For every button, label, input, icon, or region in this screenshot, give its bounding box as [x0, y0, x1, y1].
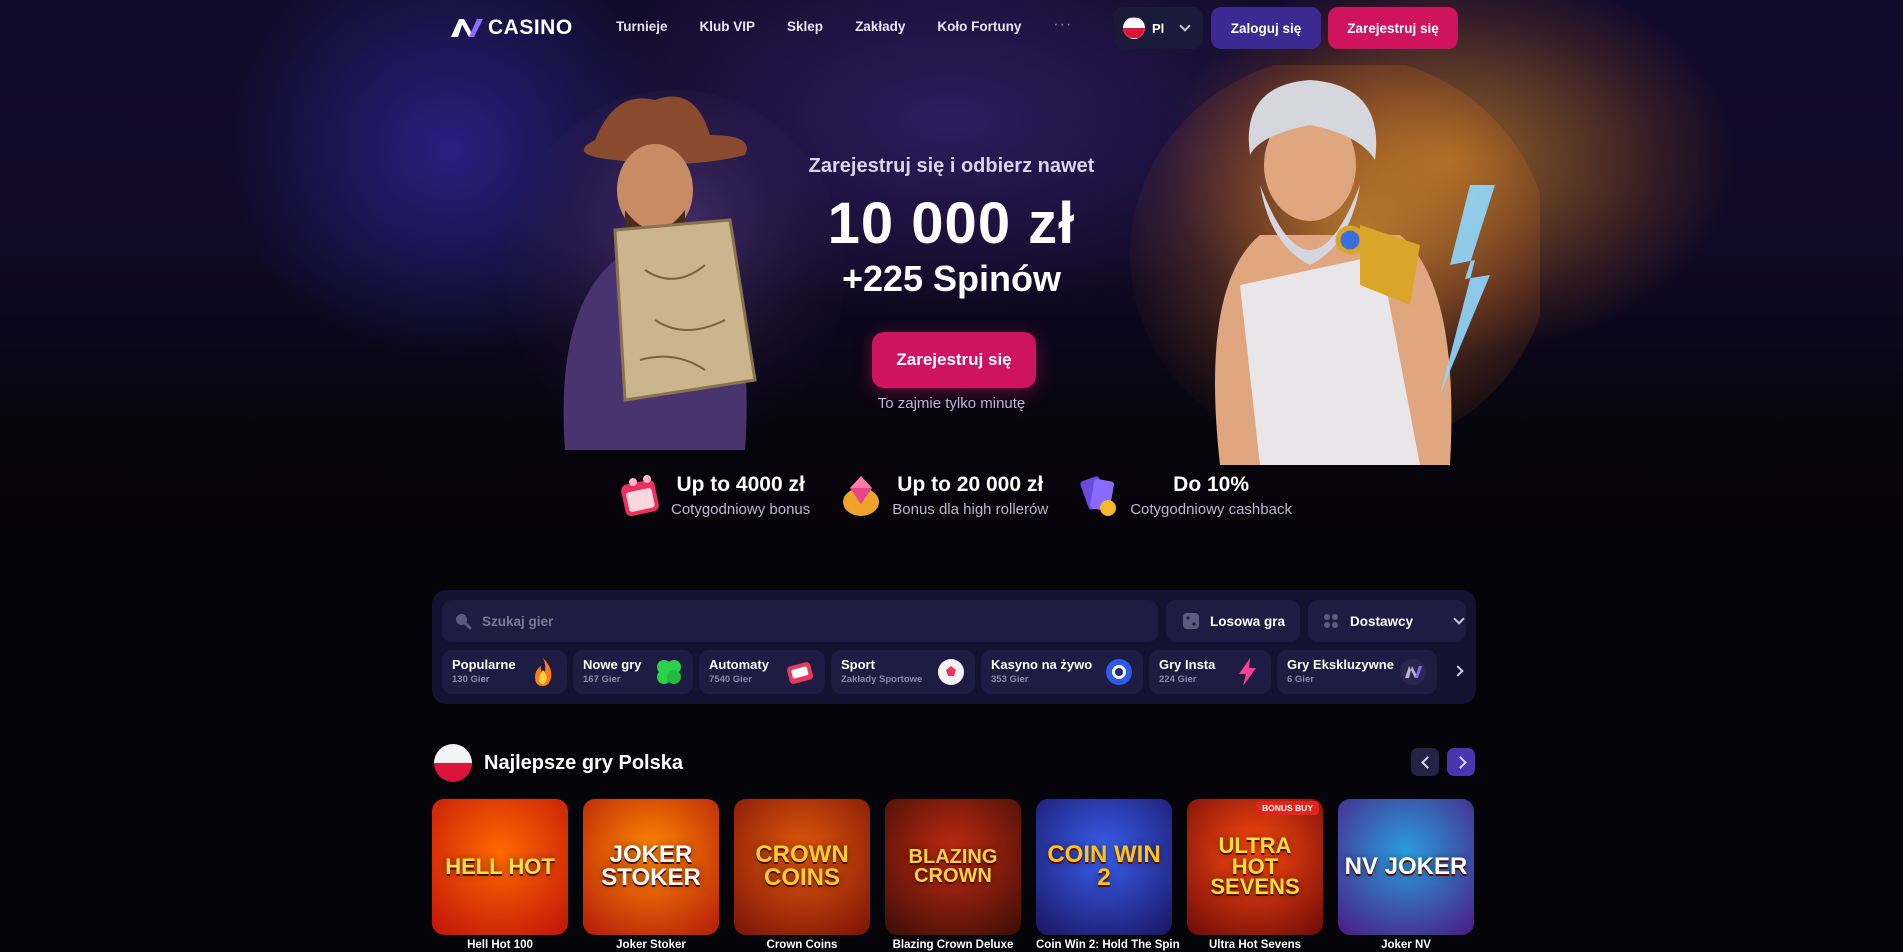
categories-next-arrow[interactable]	[1454, 665, 1466, 677]
game-card[interactable]: CROWN COINS Crown Coins	[734, 799, 870, 951]
logo[interactable]: CASINO	[450, 16, 573, 40]
providers-label: Dostawcy	[1350, 613, 1414, 629]
bonus-cashback[interactable]: Do 10% Cotygodniowy cashback	[1074, 470, 1292, 520]
calendar-gift-icon	[621, 475, 659, 517]
game-name[interactable]: Blazing Crown Deluxe	[885, 939, 1021, 951]
random-game-label: Losowa gra	[1210, 613, 1286, 629]
game-name[interactable]: Joker NV	[1338, 939, 1474, 951]
game-thumbnail[interactable]: CROWN COINS	[734, 799, 870, 935]
chevron-down-icon	[1453, 613, 1465, 625]
nv-logo-icon	[451, 19, 483, 37]
category-exclusive[interactable]: Gry Ekskluzywne 6 Gier	[1277, 650, 1437, 694]
game-thumbnail[interactable]: BLAZING CROWN	[885, 799, 1021, 935]
bonus-highroller[interactable]: Up to 20 000 zł Bonus dla high rollerów	[836, 470, 1048, 520]
chevron-down-icon	[1179, 20, 1191, 32]
hero-amount: 10 000 zł	[827, 191, 1076, 256]
bonus-cashback-sub: Cotygodniowy cashback	[1130, 500, 1292, 518]
games-row: HELL HOT Hell Hot 100 JOKER STOKER Joker…	[432, 799, 1474, 951]
language-selector[interactable]: Pl	[1113, 7, 1203, 49]
bonus-weekly-title: Up to 4000 zł	[676, 472, 805, 496]
game-thumb-title: CROWN COINS	[755, 841, 849, 891]
game-thumb-title: JOKER STOKER	[601, 841, 701, 891]
game-name[interactable]: Ultra Hot Sevens	[1187, 939, 1323, 951]
bonus-highroller-title: Up to 20 000 zł	[897, 472, 1044, 496]
game-card[interactable]: BONUS BUY ULTRA HOT SEVENS Ultra Hot Sev…	[1187, 799, 1323, 951]
search-input[interactable]	[482, 613, 1082, 629]
language-label: Pl	[1152, 20, 1165, 36]
bonus-highroller-sub: Bonus dla high rollerów	[892, 500, 1049, 518]
category-sport[interactable]: Sport Zakłady Sportowe	[831, 650, 975, 694]
game-thumb-title: HELL HOT	[445, 853, 555, 879]
register-button[interactable]: Zarejestruj się	[1328, 7, 1458, 49]
game-thumbnail[interactable]: JOKER STOKER	[583, 799, 719, 935]
nav-tournaments[interactable]: Turnieje	[616, 19, 668, 34]
login-button[interactable]: Zaloguj się	[1211, 7, 1321, 49]
game-search-panel: Losowa gra Dostawcy Popularne 130 Gier N…	[432, 590, 1476, 704]
game-name[interactable]: Crown Coins	[734, 939, 870, 951]
carousel-arrows	[1411, 748, 1475, 776]
nav-shop[interactable]: Sklep	[787, 19, 823, 34]
category-insta[interactable]: Gry Insta 224 Gier	[1149, 650, 1271, 694]
game-card[interactable]: HELL HOT Hell Hot 100	[432, 799, 568, 951]
section-title: Najlepsze gry Polska	[484, 751, 683, 774]
category-list: Popularne 130 Gier Nowe gry 167 Gier Aut…	[442, 650, 1437, 694]
fire-icon	[535, 658, 552, 686]
category-new[interactable]: Nowe gry 167 Gier	[573, 650, 693, 694]
category-slots[interactable]: Automaty 7540 Gier	[699, 650, 825, 694]
category-popular[interactable]: Popularne 130 Gier	[442, 650, 567, 694]
hero-spins: +225 Spinów	[841, 258, 1062, 299]
hero-subtitle: Zarejestruj się i odbierz nawet	[808, 155, 1095, 177]
poland-flag-icon	[1123, 17, 1145, 39]
football-icon	[938, 659, 964, 685]
carousel-prev-button[interactable]	[1411, 748, 1439, 776]
game-thumb-title: ULTRA HOT SEVENS	[1210, 832, 1300, 900]
providers-dropdown[interactable]: Dostawcy	[1308, 600, 1466, 642]
cashback-cards-icon	[1080, 476, 1117, 516]
search-icon	[456, 614, 472, 630]
providers-icon	[1324, 614, 1338, 628]
dice-icon	[1183, 613, 1199, 629]
nv-logo-icon	[1400, 659, 1426, 685]
nav-bets[interactable]: Zakłady	[855, 19, 905, 34]
category-live[interactable]: Kasyno na żywo 353 Gier	[981, 650, 1143, 694]
bonus-cashback-title: Do 10%	[1173, 472, 1250, 496]
game-thumb-title: BLAZING CROWN	[908, 846, 998, 887]
slot-machine-icon	[786, 662, 814, 684]
section-header: Najlepsze gry Polska	[434, 744, 683, 782]
bonus-weekly-sub: Cotygodniowy bonus	[671, 500, 811, 518]
lightning-icon	[1239, 658, 1256, 686]
game-thumbnail[interactable]: COIN WIN 2	[1036, 799, 1172, 935]
logo-text: CASINO	[488, 16, 573, 39]
game-thumb-title: COIN WIN 2	[1047, 841, 1161, 891]
bonus-strip: Up to 4000 zł Cotygodniowy bonus Up to 2…	[615, 470, 1292, 520]
nav-vip-club[interactable]: Klub VIP	[700, 19, 756, 34]
poker-chip-icon	[1106, 659, 1132, 685]
game-card[interactable]: JOKER STOKER Joker Stoker	[583, 799, 719, 951]
hero-note: To zajmie tylko minutę	[877, 395, 1026, 412]
game-card[interactable]: NV JOKER Joker NV	[1338, 799, 1474, 951]
poland-flag-icon	[434, 744, 472, 782]
main-nav: Turnieje Klub VIP Sklep Zakłady Koło For…	[616, 16, 1072, 34]
game-thumbnail[interactable]: HELL HOT	[432, 799, 568, 935]
bonus-buy-badge: BONUS BUY	[1255, 801, 1319, 815]
game-name[interactable]: Coin Win 2: Hold The Spin	[1036, 939, 1180, 951]
random-game-button[interactable]: Losowa gra	[1166, 600, 1300, 642]
game-name[interactable]: Joker Stoker	[583, 939, 719, 951]
more-menu-icon[interactable]: ···	[1053, 16, 1072, 34]
game-name[interactable]: Hell Hot 100	[432, 939, 568, 951]
game-thumbnail[interactable]: NV JOKER	[1338, 799, 1474, 935]
header: CASINO Turnieje Klub VIP Sklep Zakłady K…	[0, 0, 1903, 56]
nav-wheel[interactable]: Koło Fortuny	[937, 19, 1021, 34]
diamond-bag-icon	[843, 476, 880, 516]
game-card[interactable]: BLAZING CROWN Blazing Crown Deluxe	[885, 799, 1021, 951]
search-box[interactable]	[442, 600, 1158, 642]
game-card[interactable]: COIN WIN 2 Coin Win 2: Hold The Spin	[1036, 799, 1180, 951]
bonus-weekly[interactable]: Up to 4000 zł Cotygodniowy bonus	[615, 470, 810, 520]
carousel-next-button[interactable]	[1447, 748, 1475, 776]
game-thumb-title: NV JOKER	[1344, 852, 1468, 880]
game-thumbnail[interactable]: BONUS BUY ULTRA HOT SEVENS	[1187, 799, 1323, 935]
clover-icon	[657, 660, 681, 684]
hero-register-button[interactable]: Zarejestruj się	[872, 332, 1036, 388]
